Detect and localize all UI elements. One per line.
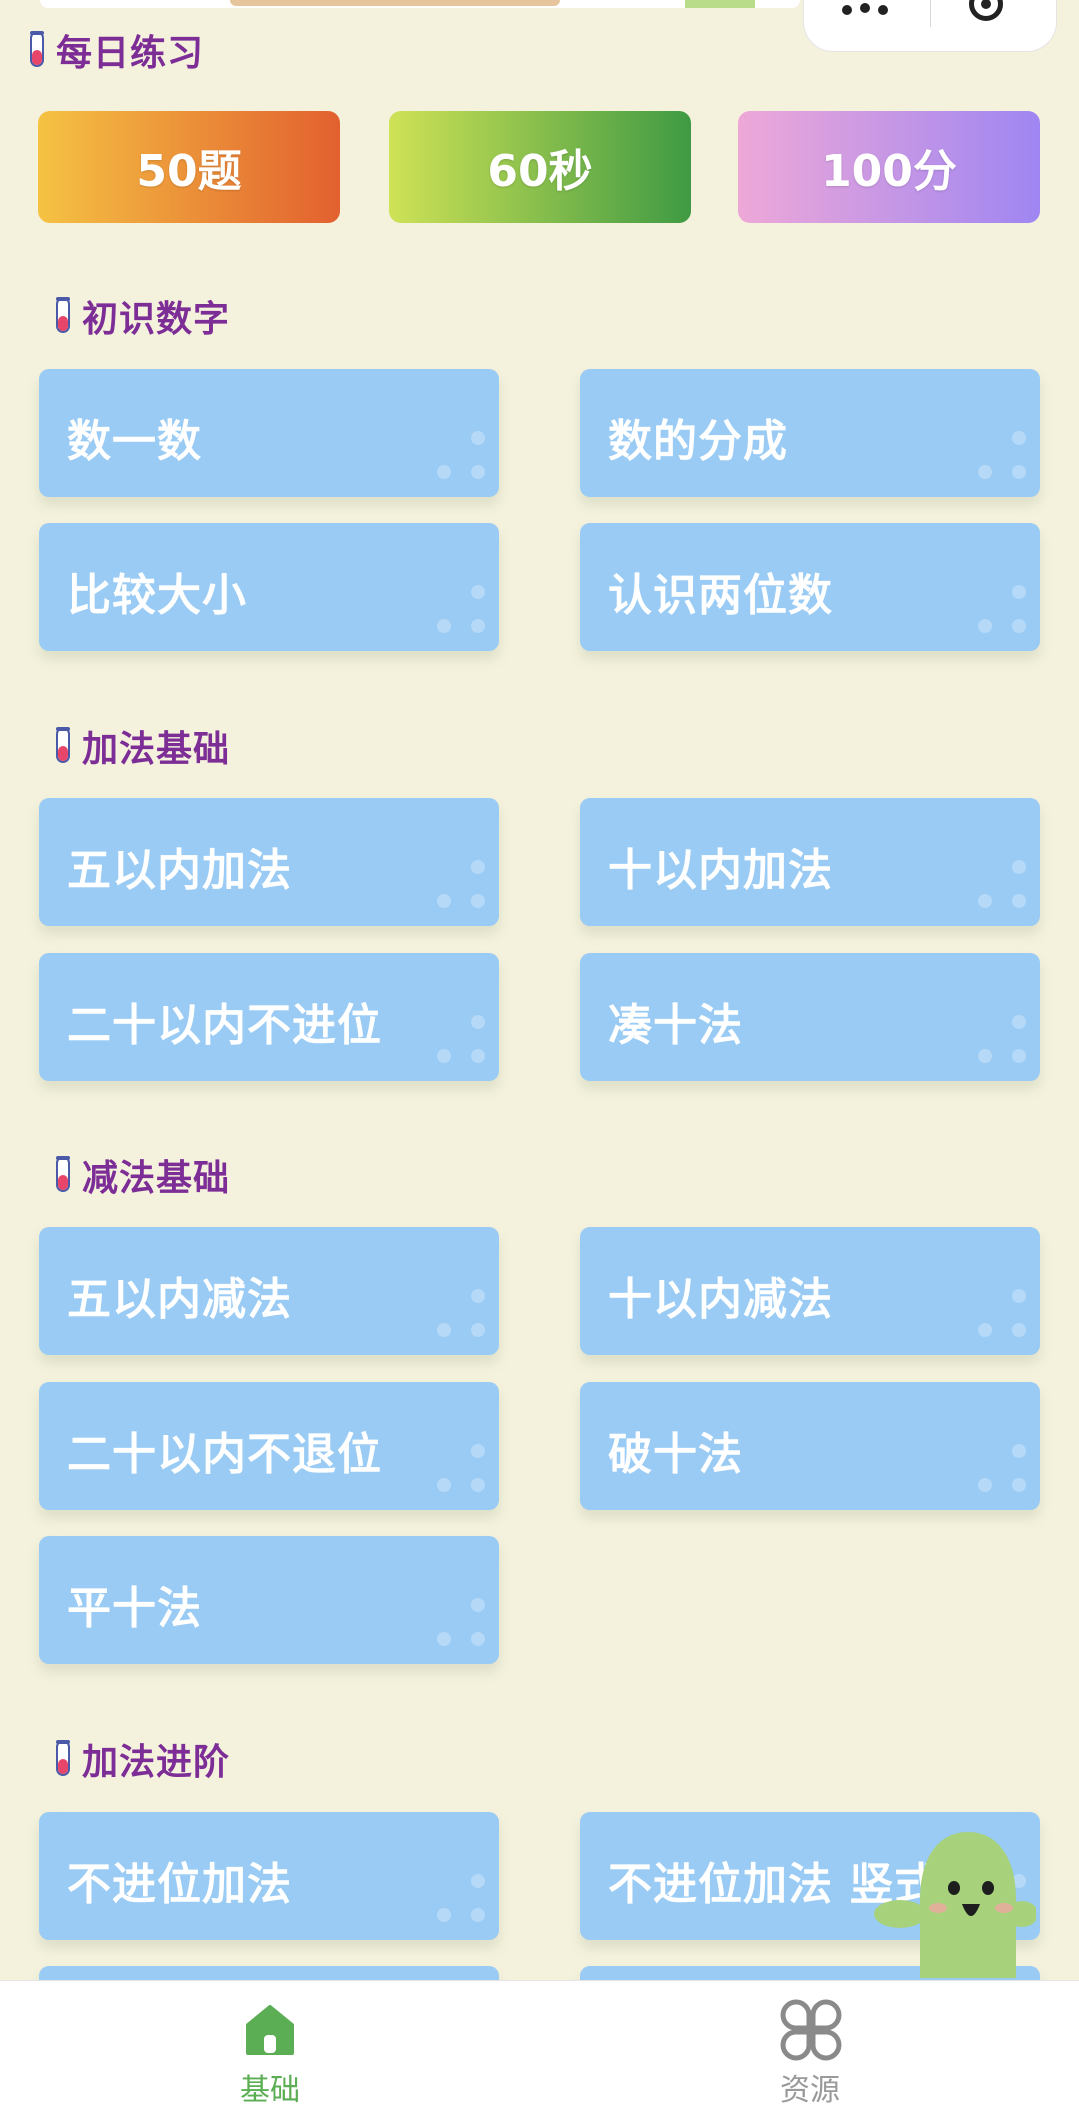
exercise-label: 十以内减法 — [608, 1274, 833, 1325]
test-tube-icon — [56, 297, 70, 333]
section-daily-header: 每日练习 — [26, 24, 204, 76]
stat-label: 100分 — [821, 146, 957, 197]
exercise-tile[interactable]: 十以内减法 — [580, 1227, 1040, 1355]
section-header: 初识数字 — [52, 290, 230, 342]
section-title: 加法进阶 — [82, 1742, 231, 1783]
section-header: 减法基础 — [52, 1149, 230, 1201]
exercise-tile[interactable]: 数的分成 — [580, 369, 1040, 497]
exercise-tile[interactable]: 破十法 — [580, 1382, 1040, 1510]
tab-basic[interactable]: 基础 — [170, 1981, 370, 2118]
exercise-label: 二十以内不退位 — [67, 1429, 382, 1480]
stat-label: 60秒 — [487, 146, 593, 197]
section-title: 每日练习 — [56, 33, 205, 74]
exercise-label: 十以内加法 — [608, 845, 833, 896]
clover-grid-icon — [780, 1999, 842, 2061]
exercise-tile[interactable]: 五以内加法 — [39, 798, 499, 926]
exercise-label: 认识两位数 — [608, 570, 833, 621]
stat-time-button[interactable]: 60秒 — [389, 111, 691, 223]
exercise-label: 凑十法 — [608, 1000, 743, 1051]
exercise-tile[interactable]: 二十以内不进位 — [39, 953, 499, 1081]
section-title: 减法基础 — [82, 1158, 231, 1199]
home-icon — [246, 2005, 294, 2055]
exercise-label: 不进位加法 — [67, 1859, 292, 1910]
bottom-tabbar: 基础 资源 — [0, 1980, 1079, 2118]
ghost-mascot-icon[interactable] — [872, 1828, 1036, 1978]
test-tube-icon — [30, 31, 44, 67]
exercise-label: 数的分成 — [608, 416, 788, 467]
exercise-tile[interactable]: 不进位加法 — [39, 1812, 499, 1940]
top-strip-segment — [685, 0, 755, 8]
test-tube-icon — [56, 1740, 70, 1776]
exercise-tile[interactable]: 比较大小 — [39, 523, 499, 651]
exercise-label: 五以内加法 — [67, 845, 292, 896]
tab-label: 资源 — [780, 2073, 840, 2108]
exercise-tile[interactable]: 十以内加法 — [580, 798, 1040, 926]
close-miniprogram-icon[interactable] — [969, 0, 1003, 21]
section-title: 初识数字 — [82, 299, 231, 340]
more-icon[interactable] — [842, 3, 898, 17]
stat-label: 50题 — [136, 146, 242, 197]
test-tube-icon — [56, 1156, 70, 1192]
exercise-label: 数一数 — [67, 416, 202, 467]
capsule-divider — [930, 0, 931, 27]
exercise-label: 五以内减法 — [67, 1274, 292, 1325]
exercise-label: 二十以内不进位 — [67, 1000, 382, 1051]
section-title: 加法基础 — [82, 729, 231, 770]
test-tube-icon — [56, 727, 70, 763]
exercise-label: 破十法 — [608, 1429, 743, 1480]
exercise-label: 比较大小 — [67, 570, 247, 621]
miniprogram-capsule — [803, 0, 1057, 52]
exercise-tile[interactable]: 二十以内不退位 — [39, 1382, 499, 1510]
stat-score-button[interactable]: 100分 — [738, 111, 1040, 223]
exercise-tile[interactable]: 认识两位数 — [580, 523, 1040, 651]
top-strip-segment — [230, 0, 560, 6]
section-header: 加法基础 — [52, 720, 230, 772]
top-strip — [40, 0, 800, 8]
exercise-label: 平十法 — [67, 1583, 202, 1634]
exercise-tile[interactable]: 平十法 — [39, 1536, 499, 1664]
tab-label: 基础 — [240, 2073, 300, 2108]
tab-resource[interactable]: 资源 — [710, 1981, 910, 2118]
exercise-tile[interactable]: 数一数 — [39, 369, 499, 497]
exercise-tile[interactable]: 五以内减法 — [39, 1227, 499, 1355]
stat-questions-button[interactable]: 50题 — [38, 111, 340, 223]
section-header: 加法进阶 — [52, 1733, 230, 1785]
exercise-tile[interactable]: 凑十法 — [580, 953, 1040, 1081]
